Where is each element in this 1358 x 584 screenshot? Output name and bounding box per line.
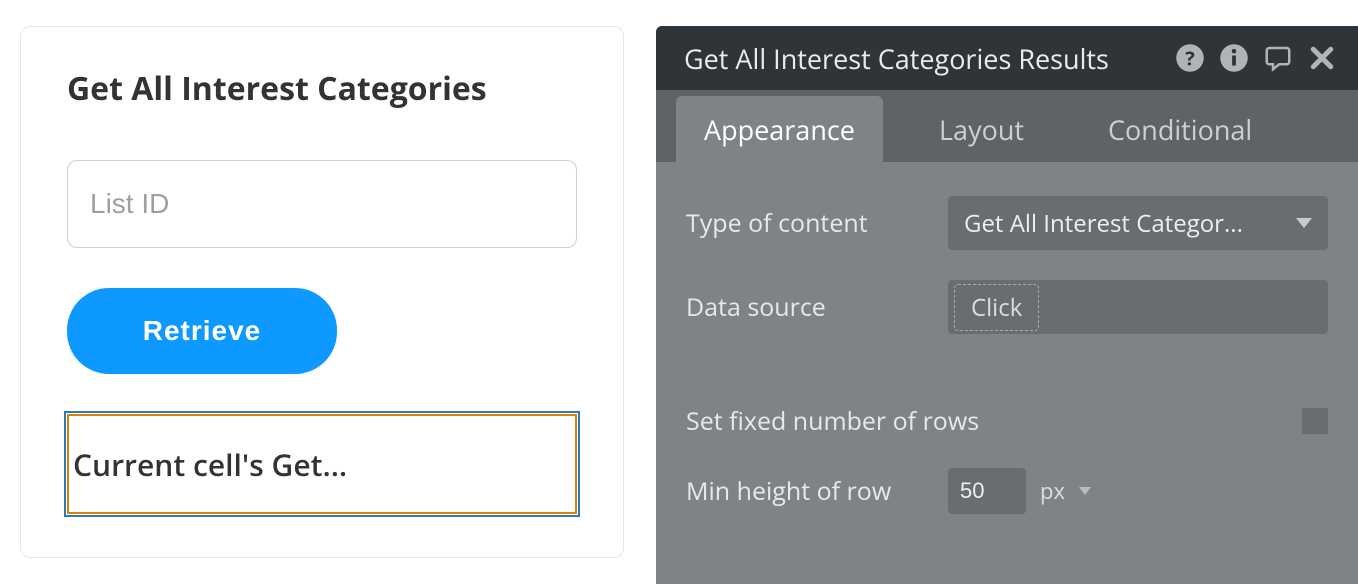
type-of-content-select[interactable]: Get All Interest Categor... <box>948 196 1328 250</box>
row-fixed-rows: Set fixed number of rows <box>686 404 1328 438</box>
fixed-rows-label: Set fixed number of rows <box>686 404 1302 438</box>
panel-title: Get All Interest Categories Results <box>684 40 1174 77</box>
row-type-of-content: Type of content Get All Interest Categor… <box>686 196 1328 250</box>
data-source-click[interactable]: Click <box>954 284 1039 331</box>
data-source-label: Data source <box>686 290 948 324</box>
list-id-input[interactable] <box>67 160 577 248</box>
cell-dynamic-text: Current cell's Get... <box>73 444 347 485</box>
row-data-source: Data source Click <box>686 280 1328 334</box>
close-icon[interactable] <box>1306 42 1338 74</box>
svg-text:?: ? <box>1185 45 1195 72</box>
chevron-down-icon <box>1296 218 1312 228</box>
panel-header: Get All Interest Categories Results ? <box>656 26 1358 90</box>
type-of-content-value: Get All Interest Categor... <box>964 207 1288 240</box>
info-icon[interactable] <box>1218 42 1250 74</box>
retrieve-button[interactable]: Retrieve <box>67 288 337 374</box>
comment-icon[interactable] <box>1262 42 1294 74</box>
panel-body: Type of content Get All Interest Categor… <box>656 162 1358 564</box>
spacer <box>686 364 1328 404</box>
data-source-box[interactable]: Click <box>948 280 1328 334</box>
tab-layout[interactable]: Layout <box>911 96 1052 162</box>
panel-tabs: Appearance Layout Conditional <box>656 90 1358 162</box>
panel-header-icons: ? <box>1174 42 1338 74</box>
min-height-unit-label: px <box>1040 476 1065 506</box>
min-height-input[interactable] <box>948 468 1026 514</box>
min-height-unit-select[interactable]: px <box>1040 476 1091 506</box>
row-min-height: Min height of row px <box>686 468 1328 514</box>
type-of-content-label: Type of content <box>686 206 948 240</box>
min-height-label: Min height of row <box>686 474 948 508</box>
card-title: Get All Interest Categories <box>67 67 577 110</box>
fixed-rows-checkbox[interactable] <box>1302 408 1328 434</box>
editor-card: Get All Interest Categories Retrieve Cur… <box>20 26 624 558</box>
help-icon[interactable]: ? <box>1174 42 1206 74</box>
chevron-down-icon <box>1079 487 1091 495</box>
repeating-group-cell[interactable]: Current cell's Get... <box>67 414 577 514</box>
tab-appearance[interactable]: Appearance <box>676 96 883 162</box>
property-panel: Get All Interest Categories Results ? Ap… <box>656 26 1358 584</box>
tab-conditional[interactable]: Conditional <box>1080 96 1280 162</box>
